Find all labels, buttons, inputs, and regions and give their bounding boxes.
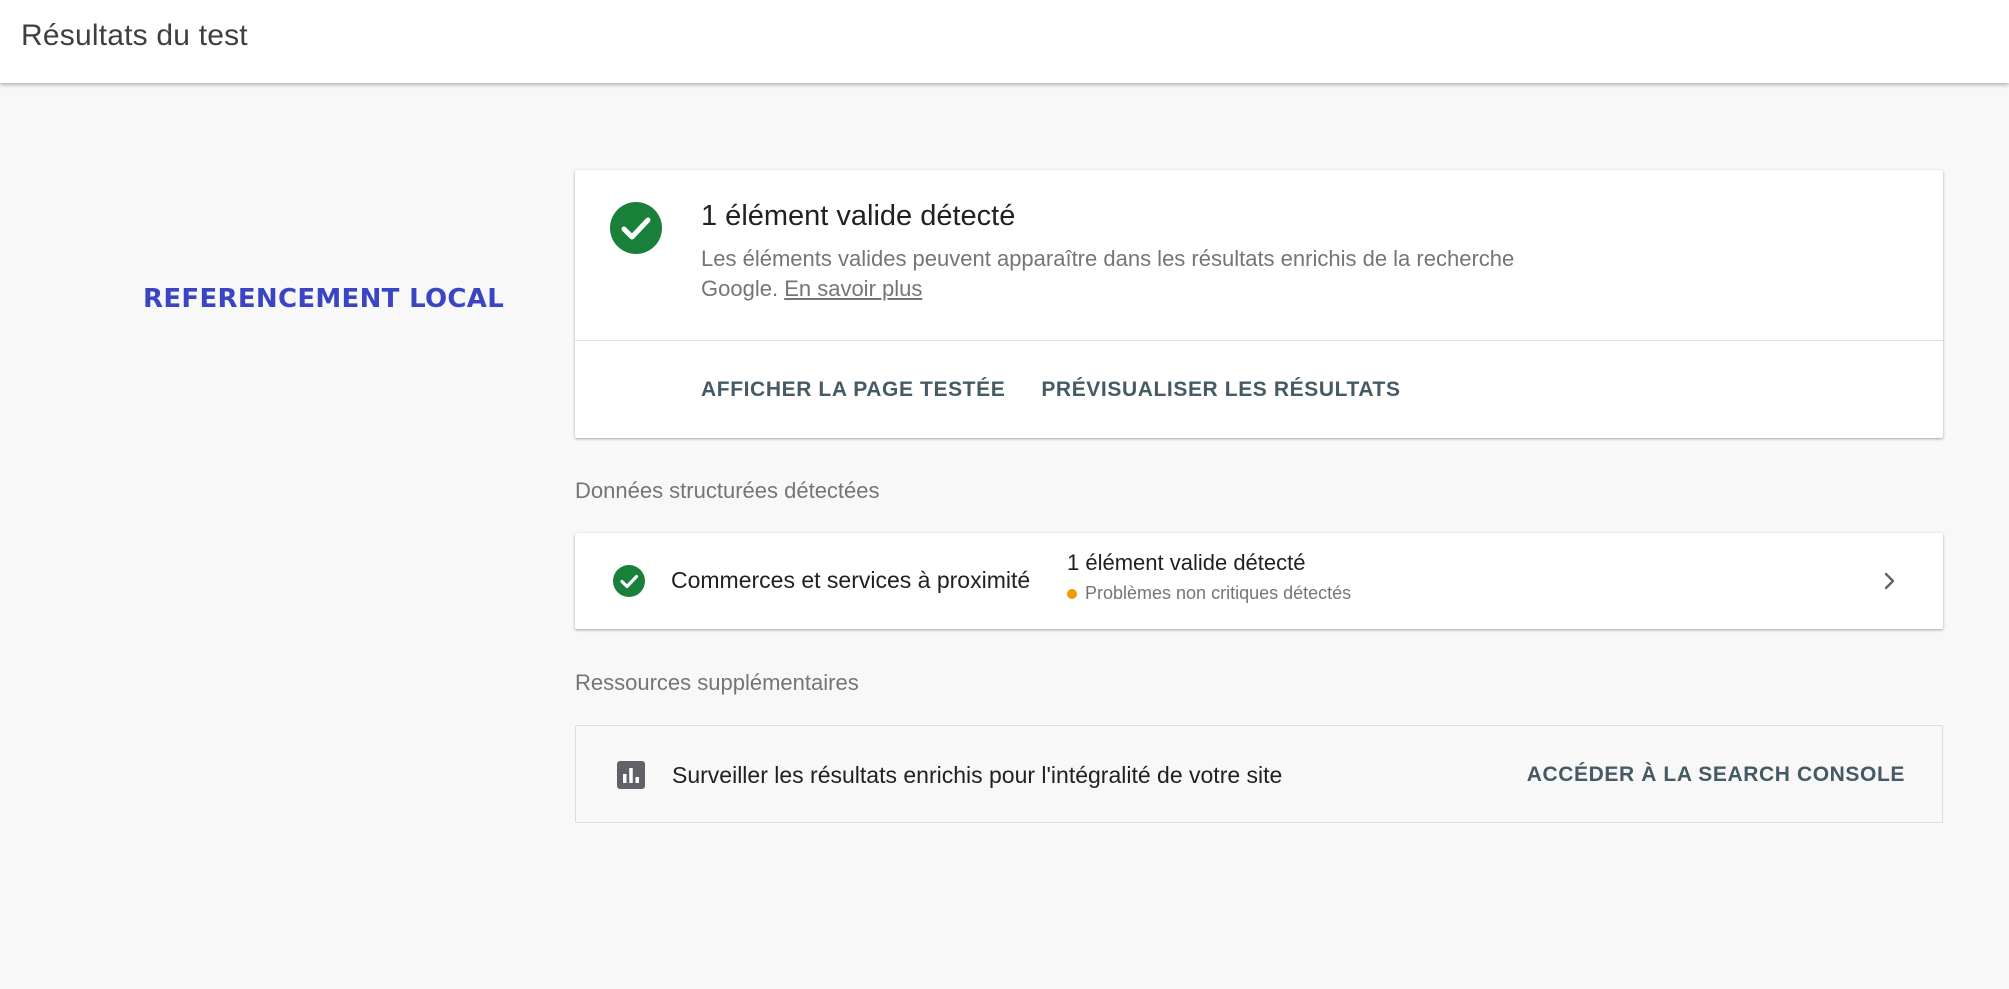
preview-results-button[interactable]: PRÉVISUALISER LES RÉSULTATS xyxy=(1041,378,1400,402)
page-title: Résultats du test xyxy=(21,19,248,52)
structured-data-item-count: 1 élément valide détecté xyxy=(1067,550,1306,575)
structured-data-item-name: Commerces et services à proximité xyxy=(671,567,1031,593)
bar-chart-icon xyxy=(617,761,645,789)
check-circle-icon xyxy=(610,202,662,254)
warning-dot-icon xyxy=(1067,588,1077,599)
summary-actions: AFFICHER LA PAGE TESTÉE PRÉVISUALISER LE… xyxy=(701,378,1401,402)
view-tested-page-button[interactable]: AFFICHER LA PAGE TESTÉE xyxy=(701,378,1005,402)
top-app-bar: Résultats du test xyxy=(0,0,2009,83)
check-circle-icon xyxy=(613,565,645,597)
chevron-right-icon[interactable] xyxy=(1877,569,1901,593)
resources-text: Surveiller les résultats enrichis pour l… xyxy=(672,762,1283,788)
warning-status: Problèmes non critiques détectés xyxy=(1067,583,1351,604)
resources-card: Surveiller les résultats enrichis pour l… xyxy=(575,725,1943,823)
resources-section-title: Ressources supplémentaires xyxy=(575,670,859,695)
learn-more-link[interactable]: En savoir plus xyxy=(784,276,922,301)
summary-card: 1 élément valide détecté Les éléments va… xyxy=(575,170,1943,438)
summary-divider xyxy=(575,340,1943,341)
warning-text: Problèmes non critiques détectés xyxy=(1085,583,1352,603)
summary-headline: 1 élément valide détecté xyxy=(701,200,1016,232)
structured-data-item[interactable]: Commerces et services à proximité 1 élém… xyxy=(575,533,1943,629)
structured-data-section-title: Données structurées détectées xyxy=(575,478,880,503)
search-console-link[interactable]: ACCÉDER À LA SEARCH CONSOLE xyxy=(1527,763,1905,787)
side-annotation-label: REFERENCEMENT LOCAL xyxy=(143,284,505,314)
summary-description: Les éléments valides peuvent apparaître … xyxy=(701,244,1561,304)
